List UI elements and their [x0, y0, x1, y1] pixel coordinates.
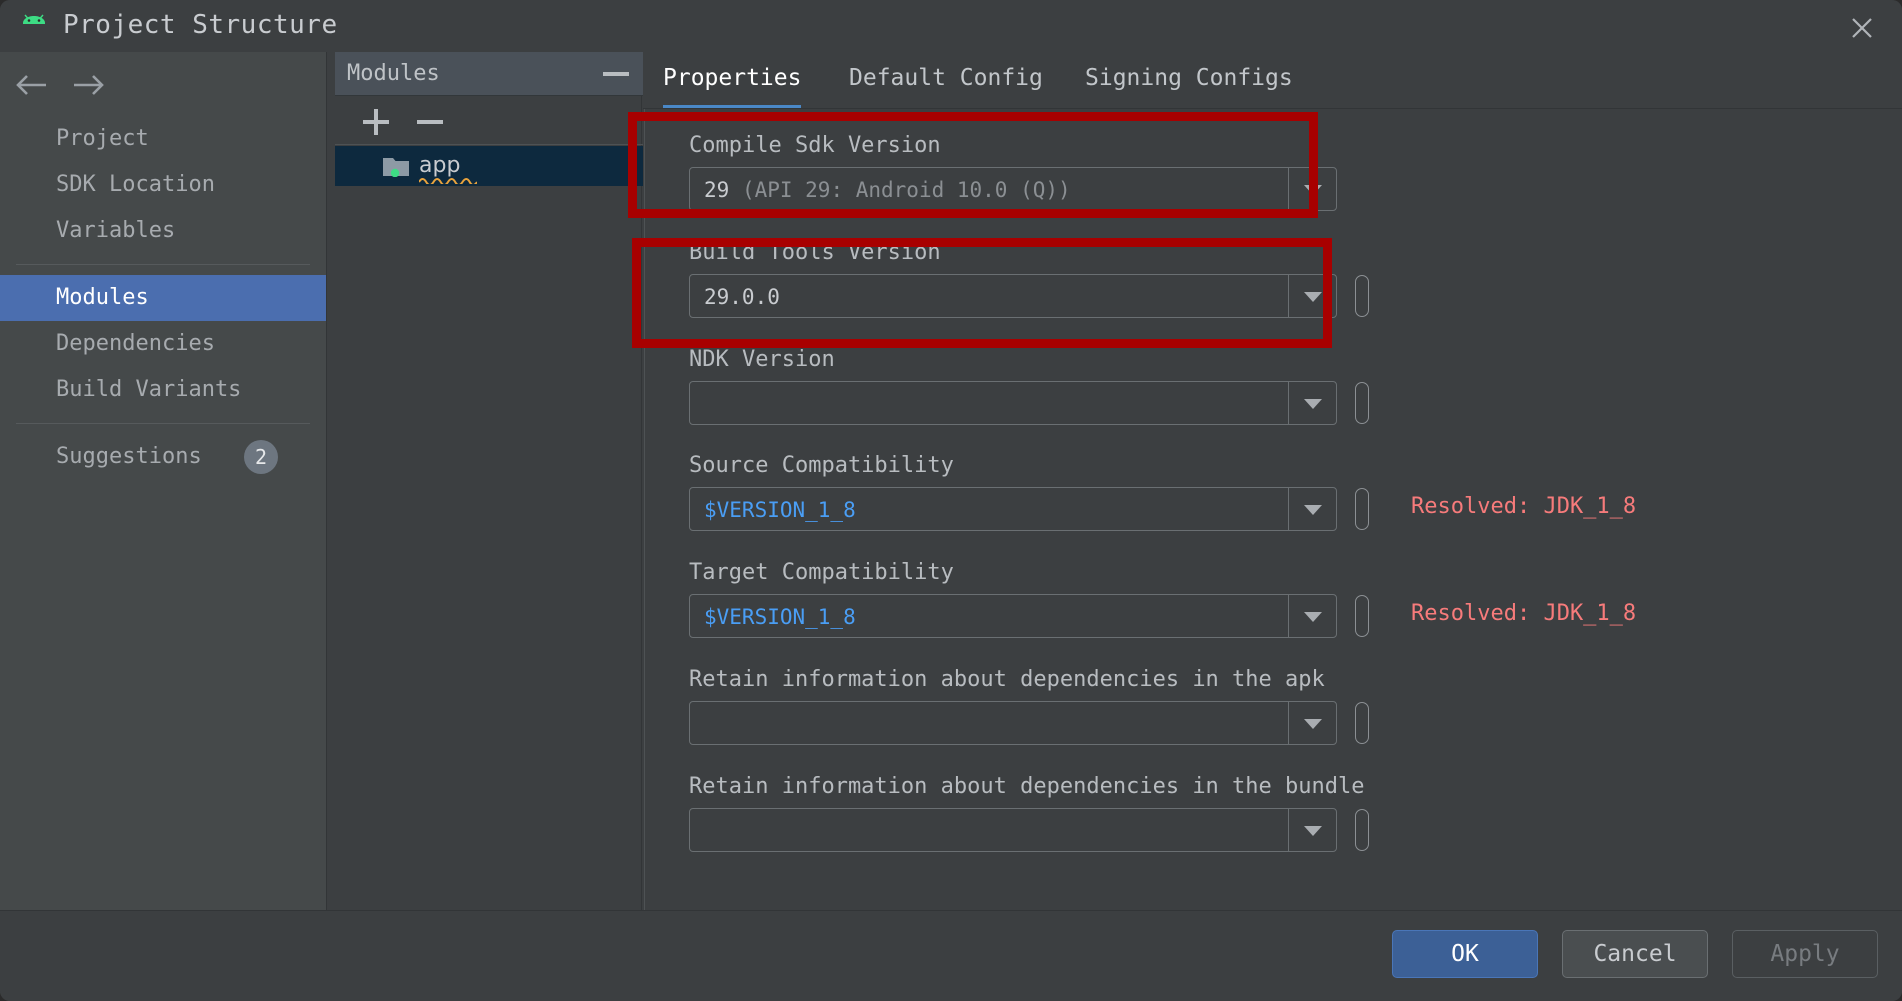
sidebar-item-sdk-location[interactable]: SDK Location	[0, 162, 326, 208]
build-tools-version-variable-button[interactable]	[1355, 275, 1369, 317]
retain-dependencies-bundle-variable-button[interactable]	[1355, 809, 1369, 851]
retain-dependencies-apk-combo[interactable]	[689, 701, 1337, 745]
chevron-down-icon[interactable]	[1288, 275, 1336, 317]
target-compatibility-combo[interactable]: $VERSION_1_8	[689, 594, 1337, 638]
sidebar-item-label: SDK Location	[56, 172, 215, 197]
compile-sdk-version-strong: 29	[704, 178, 730, 202]
apply-button[interactable]: Apply	[1732, 930, 1878, 978]
sidebar-divider	[16, 423, 310, 424]
label-retain-dependencies-bundle: Retain information about dependencies in…	[689, 774, 1365, 799]
label-retain-dependencies-apk: Retain information about dependencies in…	[689, 667, 1325, 692]
sidebar-item-label: Variables	[56, 218, 176, 243]
target-compatibility-value: $VERSION_1_8	[704, 605, 856, 629]
modules-panel-header: Modules	[335, 52, 643, 96]
sidebar-item-label: Suggestions	[56, 444, 202, 469]
arrow-left-icon[interactable]	[14, 70, 52, 100]
sidebar-item-project[interactable]: Project	[0, 116, 326, 162]
chevron-down-icon[interactable]	[1288, 809, 1336, 851]
build-tools-version-combo[interactable]: 29.0.0	[689, 274, 1337, 318]
label-target-compatibility: Target Compatibility	[689, 560, 954, 585]
target-compatibility-resolved: Resolved: JDK_1_8	[1411, 601, 1637, 626]
sidebar-item-label: Modules	[56, 285, 149, 310]
android-robot-icon	[23, 14, 45, 24]
arrow-right-icon[interactable]	[68, 70, 106, 100]
tab-signing-configs[interactable]: Signing Configs	[1085, 52, 1293, 108]
navigation-arrows	[0, 62, 326, 114]
sidebar-nav-list: Project SDK Location Variables Modules D…	[0, 116, 326, 480]
sidebar-divider	[16, 264, 310, 265]
sidebar-item-label: Build Variants	[56, 377, 242, 402]
label-compile-sdk-version: Compile Sdk Version	[689, 133, 941, 158]
target-compatibility-variable-button[interactable]	[1355, 595, 1369, 637]
ndk-version-combo[interactable]	[689, 381, 1337, 425]
add-module-plus-icon[interactable]	[363, 109, 389, 135]
label-build-tools-version: Build Tools Version	[689, 240, 941, 265]
ok-button[interactable]: OK	[1392, 930, 1538, 978]
sidebar-item-label: Project	[56, 126, 149, 151]
source-compatibility-value: $VERSION_1_8	[704, 498, 856, 522]
close-icon[interactable]	[1844, 10, 1880, 46]
project-structure-dialog: Project Structure Project SDK Location V…	[0, 0, 1902, 1001]
remove-module-minus-icon[interactable]	[417, 109, 443, 135]
label-source-compatibility: Source Compatibility	[689, 453, 954, 478]
retain-dependencies-bundle-combo[interactable]	[689, 808, 1337, 852]
warning-squiggle-icon	[419, 178, 477, 184]
modules-toolbar	[335, 97, 643, 145]
sidebar-item-label: Dependencies	[56, 331, 215, 356]
chevron-down-icon[interactable]	[1288, 595, 1336, 637]
tab-bar: Properties Default Config Signing Config…	[643, 52, 1902, 108]
window-title: Project Structure	[63, 10, 338, 40]
compile-sdk-version-combo[interactable]: 29 (API 29: Android 10.0 (Q))	[689, 167, 1337, 211]
list-item[interactable]: app	[335, 146, 643, 186]
chevron-down-icon[interactable]	[1288, 382, 1336, 424]
sidebar-item-variables[interactable]: Variables	[0, 208, 326, 254]
chevron-down-icon[interactable]	[1288, 702, 1336, 744]
modules-panel-title: Modules	[347, 61, 440, 86]
properties-form: Compile Sdk Version 29 (API 29: Android …	[643, 109, 1902, 946]
sidebar-item-build-variants[interactable]: Build Variants	[0, 367, 326, 413]
chevron-down-icon[interactable]	[1288, 168, 1336, 210]
folder-icon	[383, 158, 409, 177]
source-compatibility-resolved: Resolved: JDK_1_8	[1411, 494, 1637, 519]
build-tools-version-value: 29.0.0	[704, 285, 780, 309]
label-ndk-version: NDK Version	[689, 347, 835, 372]
sidebar-item-suggestions[interactable]: Suggestions 2	[0, 434, 326, 480]
sidebar: Project SDK Location Variables Modules D…	[0, 52, 326, 910]
suggestions-count-badge: 2	[244, 440, 278, 474]
compile-sdk-version-value: 29 (API 29: Android 10.0 (Q))	[704, 168, 1071, 212]
compile-sdk-version-detail: (API 29: Android 10.0 (Q))	[729, 178, 1071, 202]
cancel-button[interactable]: Cancel	[1562, 930, 1708, 978]
source-compatibility-variable-button[interactable]	[1355, 488, 1369, 530]
tab-default-config[interactable]: Default Config	[849, 52, 1043, 108]
title-bar: Project Structure	[0, 0, 1902, 52]
tab-properties[interactable]: Properties	[663, 52, 802, 108]
ndk-version-variable-button[interactable]	[1355, 382, 1369, 424]
source-compatibility-combo[interactable]: $VERSION_1_8	[689, 487, 1337, 531]
modules-panel: Modules app	[326, 52, 643, 910]
chevron-down-icon[interactable]	[1288, 488, 1336, 530]
sidebar-item-modules[interactable]: Modules	[0, 275, 326, 321]
sidebar-item-dependencies[interactable]: Dependencies	[0, 321, 326, 367]
collapse-minus-icon[interactable]	[603, 72, 629, 76]
retain-dependencies-apk-variable-button[interactable]	[1355, 702, 1369, 744]
content-area: Properties Default Config Signing Config…	[643, 52, 1902, 946]
